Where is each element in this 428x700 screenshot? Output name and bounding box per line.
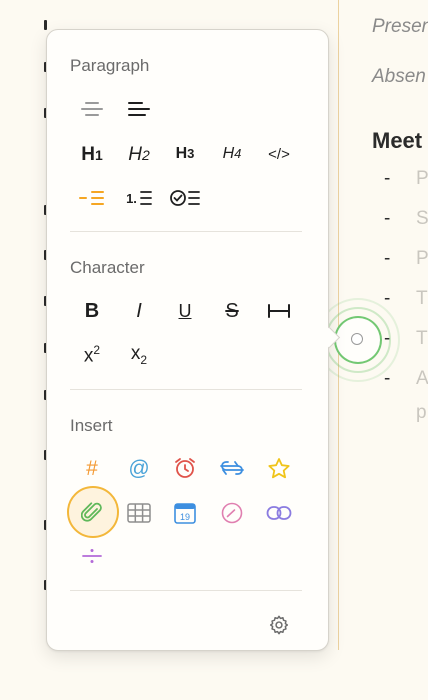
heading-1-button[interactable]: H1 bbox=[74, 138, 110, 170]
svg-text:19: 19 bbox=[180, 512, 190, 522]
calendar-icon: 19 bbox=[174, 503, 196, 524]
code-block-icon: </> bbox=[268, 145, 290, 163]
section-title-insert: Insert bbox=[70, 416, 113, 435]
link-note-button[interactable] bbox=[214, 452, 250, 484]
underline-icon: U bbox=[178, 301, 192, 321]
doc-bullet-continuation: p bbox=[416, 402, 427, 423]
section-separator bbox=[70, 389, 302, 390]
settings-button[interactable] bbox=[261, 609, 297, 641]
heading-2-icon: H2 bbox=[128, 143, 150, 165]
inline-code-button[interactable] bbox=[261, 295, 297, 327]
heading-3-button[interactable]: H3 bbox=[167, 138, 203, 170]
align-left-icon bbox=[128, 102, 150, 116]
align-center-button[interactable] bbox=[74, 93, 110, 125]
superscript-icon: x2 bbox=[83, 343, 101, 367]
divider-button[interactable] bbox=[74, 540, 110, 572]
chain-link-icon bbox=[266, 506, 292, 520]
section-title-character: Character bbox=[70, 258, 145, 277]
doc-line: Presen bbox=[372, 16, 428, 37]
date-button[interactable]: 19 bbox=[167, 497, 203, 529]
reminder-button[interactable] bbox=[167, 452, 203, 484]
table-icon bbox=[127, 503, 151, 523]
numbered-list-button[interactable]: 1. bbox=[121, 182, 157, 214]
subscript-icon: x2 bbox=[130, 343, 148, 367]
doc-bullet: -P bbox=[384, 168, 428, 189]
strikethrough-button[interactable]: S bbox=[214, 295, 250, 327]
clock-icon bbox=[221, 502, 243, 524]
doc-bullet: -P bbox=[384, 248, 428, 269]
gear-icon bbox=[269, 615, 289, 635]
code-block-button[interactable]: </> bbox=[261, 138, 297, 170]
inline-code-icon bbox=[268, 304, 290, 318]
section-separator bbox=[70, 590, 302, 591]
alarm-clock-icon bbox=[175, 458, 195, 478]
superscript-button[interactable]: x2 bbox=[74, 339, 110, 371]
swap-arrows-icon bbox=[220, 461, 244, 475]
at-icon: @ bbox=[128, 456, 150, 480]
doc-line: Absen bbox=[372, 66, 426, 87]
strikethrough-icon: S bbox=[225, 300, 239, 322]
divide-icon bbox=[82, 549, 102, 563]
heading-4-icon: H4 bbox=[222, 145, 242, 162]
star-icon bbox=[268, 458, 290, 479]
hashtag-icon: # bbox=[86, 456, 98, 480]
attachment-button[interactable] bbox=[74, 497, 110, 529]
bullet-list-button[interactable] bbox=[74, 182, 110, 214]
bold-icon: B bbox=[84, 300, 100, 322]
numbered-list-number: 1. bbox=[126, 190, 137, 206]
formatting-popup: Paragraph H1 H2 H3 H4 </> 1. Character B… bbox=[46, 29, 329, 651]
heading-2-button[interactable]: H2 bbox=[121, 138, 157, 170]
subscript-button[interactable]: x2 bbox=[121, 339, 157, 371]
doc-bullet: -S bbox=[384, 208, 428, 229]
underline-button[interactable]: U bbox=[167, 295, 203, 327]
doc-heading: Meet bbox=[372, 128, 423, 153]
checklist-button[interactable] bbox=[167, 182, 203, 214]
table-button[interactable] bbox=[121, 497, 157, 529]
favorite-button[interactable] bbox=[261, 452, 297, 484]
mention-button[interactable]: @ bbox=[121, 452, 157, 484]
heading-4-button[interactable]: H4 bbox=[214, 138, 250, 170]
paperclip-icon bbox=[81, 502, 102, 522]
time-button[interactable] bbox=[214, 497, 250, 529]
checklist-icon bbox=[170, 190, 200, 206]
heading-3-icon: H3 bbox=[175, 145, 195, 162]
align-center-icon bbox=[81, 102, 103, 116]
bullet-list-icon bbox=[79, 191, 104, 205]
link-button[interactable] bbox=[261, 497, 297, 529]
section-title-paragraph: Paragraph bbox=[70, 56, 150, 75]
bold-button[interactable]: B bbox=[74, 295, 110, 327]
heading-1-icon: H1 bbox=[81, 143, 103, 165]
left-document-edge bbox=[0, 0, 48, 700]
italic-icon: I bbox=[136, 300, 142, 322]
tag-button[interactable]: # bbox=[74, 452, 110, 484]
italic-button[interactable]: I bbox=[121, 295, 157, 327]
numbered-list-icon bbox=[140, 191, 152, 205]
section-separator bbox=[70, 231, 302, 232]
align-left-button[interactable] bbox=[121, 93, 157, 125]
